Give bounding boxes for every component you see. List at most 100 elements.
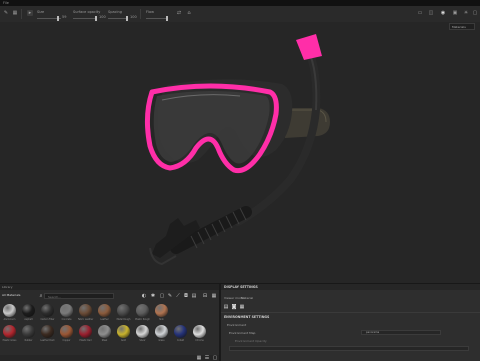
material-label: Concrete bbox=[61, 318, 72, 321]
library-search-input[interactable]: Search... bbox=[44, 293, 114, 299]
toolbar-divider bbox=[21, 9, 22, 19]
size-value[interactable]: 59 bbox=[62, 15, 66, 19]
spacing-value[interactable]: 100 bbox=[130, 15, 137, 19]
environment-map-label: Environment Map bbox=[229, 331, 256, 335]
material-swatch[interactable] bbox=[41, 304, 54, 317]
toolbar-divider bbox=[140, 9, 141, 19]
material-label: Silver bbox=[139, 339, 146, 342]
view-icon[interactable]: ▦ bbox=[211, 293, 217, 299]
filter-icon[interactable]: ⊟ bbox=[202, 293, 208, 299]
surface-opacity-slider[interactable] bbox=[73, 16, 97, 21]
library-footer: ▦ ☰ ▢ bbox=[0, 355, 219, 361]
surface-opacity-value[interactable]: 100 bbox=[99, 15, 106, 19]
list-view-icon[interactable]: ☰ bbox=[204, 355, 210, 361]
grid-icon[interactable]: ▦ bbox=[12, 10, 18, 16]
expand-icon[interactable]: ▢ bbox=[212, 355, 218, 361]
material-label: Plastic Gloss bbox=[2, 339, 17, 342]
symmetry-icon[interactable]: ⌂ bbox=[186, 10, 192, 16]
material-label: Plastic Red bbox=[79, 339, 92, 342]
material-label: Rubber bbox=[24, 339, 33, 342]
size-label: Size bbox=[37, 10, 45, 14]
surface-opacity-label: Surface opacity bbox=[73, 10, 101, 14]
film-icon[interactable]: ▦ bbox=[239, 304, 245, 310]
material-label: Steel bbox=[101, 339, 108, 342]
material-label: Aluminium bbox=[3, 318, 16, 321]
mask-lens bbox=[153, 91, 270, 164]
material-label: Copper bbox=[62, 339, 71, 342]
camera-icon[interactable]: ◉ bbox=[440, 10, 446, 16]
display-settings-panel: DISPLAY SETTINGS Viewer mode Material ▤ … bbox=[221, 284, 480, 361]
material-swatch[interactable] bbox=[60, 325, 73, 338]
light-icon[interactable]: ☀ bbox=[463, 10, 469, 16]
material-label: Gold bbox=[120, 339, 127, 342]
camera-icon[interactable]: ◙ bbox=[231, 304, 237, 310]
pencil-icon[interactable]: ✎ bbox=[3, 10, 9, 16]
environment-settings-heading: ENVIRONMENT SETTINGS bbox=[224, 315, 270, 319]
material-swatch[interactable] bbox=[136, 325, 149, 338]
toolbar: ✎ ▦ ▸ Size 59 Surface opacity 100 Spacin… bbox=[0, 6, 480, 23]
library-panel: Library All Materials ⌕ Search... ◐ ✱ ▢ … bbox=[0, 284, 219, 361]
display-settings-title: DISPLAY SETTINGS bbox=[224, 285, 258, 289]
material-swatch[interactable] bbox=[155, 304, 168, 317]
material-swatch[interactable] bbox=[22, 325, 35, 338]
capture-icon[interactable]: ▢ bbox=[472, 10, 478, 16]
material-swatch[interactable] bbox=[79, 325, 92, 338]
material-label: Asphalt bbox=[24, 318, 33, 321]
grid-view-icon[interactable]: ▦ bbox=[196, 355, 202, 361]
material-swatch[interactable] bbox=[79, 304, 92, 317]
snorkel-mask-model bbox=[144, 34, 330, 266]
flow-slider[interactable] bbox=[146, 16, 168, 21]
material-label: Plastic Rough bbox=[135, 318, 150, 321]
material-swatch[interactable] bbox=[117, 304, 130, 317]
material-swatch[interactable] bbox=[41, 325, 54, 338]
swap-icon[interactable]: ⇄ bbox=[176, 10, 182, 16]
material-swatch[interactable] bbox=[174, 325, 187, 338]
material-label: Cobalt bbox=[176, 339, 185, 342]
tab-material[interactable]: Material bbox=[241, 296, 253, 300]
library-section-label[interactable]: All Materials bbox=[2, 293, 20, 297]
library-toolbar: All Materials ⌕ Search... ◐ ✱ ▢ ✎ ⟋ ◘ ▤ … bbox=[0, 290, 219, 302]
material-swatch[interactable] bbox=[98, 325, 111, 338]
material-label: Skin bbox=[159, 318, 164, 321]
folder-icon[interactable]: ▤ bbox=[191, 293, 197, 299]
wand-icon[interactable]: ⟋ bbox=[175, 293, 181, 299]
material-swatch[interactable] bbox=[155, 325, 168, 338]
material-swatch[interactable] bbox=[3, 325, 16, 338]
cube-icon[interactable]: ◫ bbox=[428, 10, 434, 16]
material-swatch[interactable] bbox=[193, 325, 206, 338]
environment-map-field[interactable]: panorama bbox=[361, 330, 441, 335]
material-swatch[interactable] bbox=[136, 304, 149, 317]
size-slider[interactable] bbox=[37, 16, 61, 21]
environment-label: Environment bbox=[227, 323, 247, 327]
flow-label: Flow bbox=[146, 10, 154, 14]
material-swatch[interactable] bbox=[98, 304, 111, 317]
environment-opacity-label: Environment Opacity bbox=[235, 339, 267, 343]
snorkel-top bbox=[296, 34, 322, 60]
brush-icon[interactable]: ✎ bbox=[167, 293, 173, 299]
material-label: Metal Rough bbox=[116, 318, 131, 321]
sliders-icon[interactable]: ▤ bbox=[223, 304, 229, 310]
bottom-panels: Library All Materials ⌕ Search... ◐ ✱ ▢ … bbox=[0, 283, 480, 361]
cursor-icon[interactable]: ▸ bbox=[27, 10, 33, 16]
material-label: Leather bbox=[100, 318, 109, 321]
material-label: Carbon Fiber bbox=[40, 318, 55, 321]
spacing-label: Spacing bbox=[108, 10, 122, 14]
spacing-slider[interactable] bbox=[108, 16, 128, 21]
render-icon[interactable]: ▣ bbox=[452, 10, 458, 16]
environment-opacity-slider[interactable] bbox=[229, 346, 469, 351]
material-label: Leather Dark bbox=[40, 339, 55, 342]
material-swatch[interactable] bbox=[22, 304, 35, 317]
bucket-icon[interactable]: ◘ bbox=[183, 293, 189, 299]
settings-icon[interactable]: ✱ bbox=[150, 293, 156, 299]
materials-tag[interactable]: Materials bbox=[449, 23, 475, 30]
sphere-icon[interactable]: ◐ bbox=[141, 293, 147, 299]
material-swatch[interactable] bbox=[3, 304, 16, 317]
material-label: Glass bbox=[158, 339, 165, 342]
material-label: Chrome bbox=[195, 339, 204, 342]
3d-viewport[interactable]: × bbox=[0, 22, 480, 283]
material-label: Fabric Leather bbox=[77, 318, 94, 321]
frame-icon[interactable]: ▭ bbox=[417, 10, 423, 16]
material-swatch[interactable] bbox=[117, 325, 130, 338]
square-icon[interactable]: ▢ bbox=[159, 293, 165, 299]
material-swatch[interactable] bbox=[60, 304, 73, 317]
